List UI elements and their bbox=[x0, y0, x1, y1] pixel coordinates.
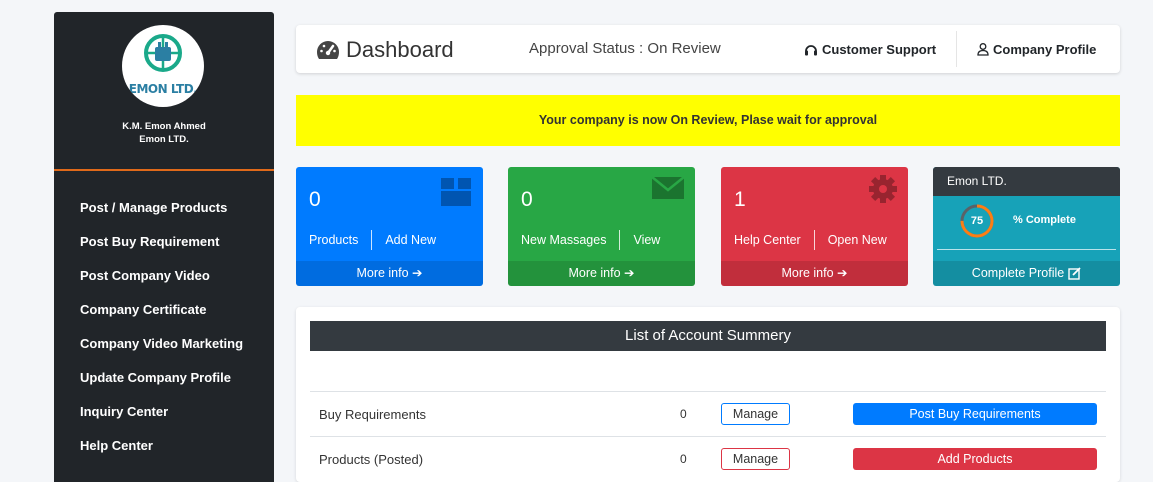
help-more-info[interactable]: More info ➔ bbox=[721, 261, 908, 286]
manage-products-button[interactable]: Manage bbox=[721, 448, 790, 470]
view-link[interactable]: View bbox=[633, 233, 660, 247]
messages-links: New Massages View bbox=[521, 230, 660, 250]
approval-status: Approval Status : On Review bbox=[529, 40, 721, 57]
profile-percent: 75 bbox=[970, 215, 984, 227]
more-info-label: More info bbox=[781, 266, 834, 280]
row-label: Products (Posted) bbox=[319, 452, 424, 467]
add-new-link[interactable]: Add New bbox=[385, 233, 436, 247]
page-title-text: Dashboard bbox=[346, 37, 454, 62]
add-products-button[interactable]: Add Products bbox=[853, 448, 1097, 470]
review-alert: Your company is now On Review, Plase wai… bbox=[296, 95, 1120, 146]
page-title: Dashboard bbox=[316, 37, 454, 63]
complete-label: % Complete bbox=[1013, 214, 1076, 226]
profile-divider bbox=[937, 249, 1116, 250]
help-count: 1 bbox=[734, 188, 746, 211]
messages-count: 0 bbox=[521, 188, 533, 211]
row-label: Buy Requirements bbox=[319, 407, 426, 422]
header-divider bbox=[956, 31, 957, 67]
products-links: Products Add New bbox=[309, 230, 436, 250]
sidebar-item-company-certificate[interactable]: Company Certificate bbox=[54, 293, 274, 327]
products-count: 0 bbox=[309, 188, 321, 211]
sidebar-item-company-video-marketing[interactable]: Company Video Marketing bbox=[54, 327, 274, 361]
customer-support-label: Customer Support bbox=[822, 42, 937, 57]
envelope-icon bbox=[651, 176, 685, 199]
arrow-right-icon: ➔ bbox=[412, 266, 423, 280]
globe-plug-icon bbox=[144, 34, 182, 72]
top-header: Dashboard Approval Status : On Review Cu… bbox=[296, 25, 1120, 73]
products-box: 0 Products Add New More info ➔ bbox=[296, 167, 483, 286]
profile-box-title: Emon LTD. bbox=[933, 167, 1120, 196]
sidebar-item-post-company-video[interactable]: Post Company Video bbox=[54, 259, 274, 293]
sidebar-item-post-manage-products[interactable]: Post / Manage Products bbox=[54, 191, 274, 225]
logo-text: EMON LTD. bbox=[128, 82, 198, 96]
row-count: 0 bbox=[680, 407, 687, 421]
user-icon bbox=[977, 43, 989, 56]
products-more-info[interactable]: More info ➔ bbox=[296, 261, 483, 286]
account-summary-title: List of Account Summery bbox=[310, 321, 1106, 351]
row-count: 0 bbox=[680, 452, 687, 466]
sidebar-item-inquiry-center[interactable]: Inquiry Center bbox=[54, 395, 274, 429]
arrow-right-icon: ➔ bbox=[624, 266, 635, 280]
user-name: K.M. Emon Ahmed bbox=[122, 121, 206, 132]
complete-profile-label: Complete Profile bbox=[971, 266, 1065, 280]
help-links: Help Center Open New bbox=[734, 230, 887, 250]
customer-support-link[interactable]: Customer Support bbox=[804, 42, 936, 57]
post-buy-requirements-button[interactable]: Post Buy Requirements bbox=[853, 403, 1097, 425]
company-profile-link[interactable]: Company Profile bbox=[977, 42, 1096, 57]
user-info: K.M. Emon Ahmed Emon LTD. bbox=[54, 120, 274, 146]
sidebar-brand: EMON LTD. K.M. Emon Ahmed Emon LTD. bbox=[54, 12, 274, 171]
help-box: 1 Help Center Open New More info ➔ bbox=[721, 167, 908, 286]
messages-box: 0 New Massages View More info ➔ bbox=[508, 167, 695, 286]
box-icon bbox=[441, 178, 471, 206]
new-messages-link[interactable]: New Massages bbox=[521, 233, 606, 247]
headset-icon bbox=[805, 45, 817, 56]
account-summary-panel: List of Account Summery Buy Requirements… bbox=[296, 307, 1120, 482]
link-separator bbox=[813, 230, 815, 250]
company-logo: EMON LTD. bbox=[122, 25, 204, 107]
gear-icon bbox=[869, 175, 897, 203]
table-row: Buy Requirements 0 Manage Post Buy Requi… bbox=[310, 391, 1106, 436]
more-info-label: More info bbox=[568, 266, 621, 280]
sidebar: EMON LTD. K.M. Emon Ahmed Emon LTD. Post… bbox=[54, 12, 274, 482]
edit-icon bbox=[1068, 267, 1081, 280]
help-center-link[interactable]: Help Center bbox=[734, 233, 801, 247]
sidebar-item-update-company-profile[interactable]: Update Company Profile bbox=[54, 361, 274, 395]
company-profile-label: Company Profile bbox=[993, 42, 1097, 57]
profile-completion-box: Emon LTD. 75 % Complete Complete Profile bbox=[933, 167, 1120, 286]
complete-profile-button[interactable]: Complete Profile bbox=[933, 261, 1120, 286]
link-separator bbox=[371, 230, 373, 250]
sidebar-nav: Post / Manage Products Post Buy Requirem… bbox=[54, 191, 274, 463]
sidebar-item-help-center[interactable]: Help Center bbox=[54, 429, 274, 463]
messages-more-info[interactable]: More info ➔ bbox=[508, 261, 695, 286]
more-info-label: More info bbox=[356, 266, 409, 280]
sidebar-item-post-buy-requirement[interactable]: Post Buy Requirement bbox=[54, 225, 274, 259]
link-separator bbox=[619, 230, 621, 250]
user-company: Emon LTD. bbox=[139, 134, 189, 145]
arrow-right-icon: ➔ bbox=[837, 266, 848, 280]
manage-buy-requirements-button[interactable]: Manage bbox=[721, 403, 790, 425]
open-new-link[interactable]: Open New bbox=[828, 233, 887, 247]
products-link[interactable]: Products bbox=[309, 233, 358, 247]
table-row: Products (Posted) 0 Manage Add Products bbox=[310, 436, 1106, 481]
tachometer-icon bbox=[317, 41, 339, 59]
